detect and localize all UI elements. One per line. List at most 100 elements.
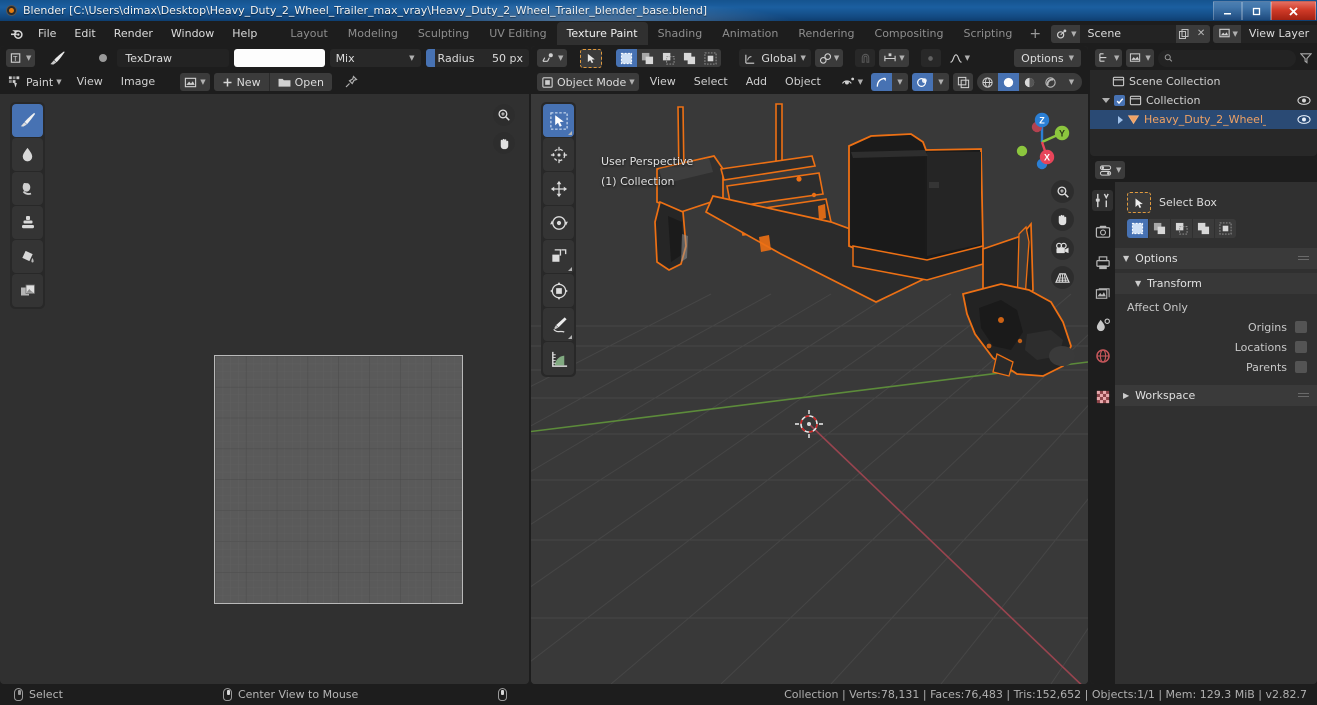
viewport-menu-add[interactable]: Add [739,73,774,91]
snap-pivot-selector[interactable]: ▼ [814,49,844,67]
view-layer-name[interactable]: View Layer [1240,24,1317,43]
shading-rendered[interactable] [1040,73,1061,91]
object-disclosure-triangle-icon[interactable] [1118,115,1123,124]
clone-tool[interactable] [12,206,43,239]
tab-animation[interactable]: Animation [712,22,788,45]
properties-editor-type-selector[interactable]: ▼ [1095,161,1126,179]
image-zoom-icon[interactable] [493,104,515,126]
outliner-display-mode-selector[interactable]: ▼ [1126,49,1154,67]
viewport-menu-view[interactable]: View [643,73,683,91]
viewport-zoom-icon[interactable] [1051,180,1074,203]
outliner-row-collection[interactable]: Collection [1090,91,1317,110]
prop-select-set[interactable] [1127,219,1148,238]
image-pan-hand-icon[interactable] [493,132,515,154]
viewport-camera-icon[interactable] [1051,237,1074,260]
transform-tool[interactable] [543,274,574,307]
image-editor-canvas[interactable] [0,94,529,684]
xray-toggle[interactable] [953,73,973,91]
brush-name-field[interactable]: TexDraw [117,49,230,67]
panel-transform[interactable]: ▼ Transform [1115,273,1317,294]
snap-magnet-toggle[interactable] [855,49,876,67]
tab-modeling[interactable]: Modeling [338,22,408,45]
outliner-row-scene-collection[interactable]: Scene Collection [1090,72,1317,91]
viewport-editor-type-selector[interactable]: ▼ [537,49,568,67]
menu-file[interactable]: File [29,24,65,43]
scale-tool[interactable] [543,240,574,273]
image-editor-menu-image[interactable]: Image [114,73,162,91]
image-editor-menu-view[interactable]: View [70,73,110,91]
tool-tab[interactable] [1092,190,1113,211]
select-mode-intersect[interactable] [700,49,722,67]
cursor-tool[interactable] [543,138,574,171]
object-visibility-eye-icon[interactable] [1297,114,1311,125]
measure-tool[interactable] [543,342,574,375]
world-tab[interactable] [1092,345,1113,366]
tweak-select-tool[interactable] [543,104,574,137]
pin-icon[interactable] [344,75,358,89]
output-tab[interactable] [1092,252,1113,273]
mask-tool[interactable] [12,274,43,307]
disclosure-triangle-icon[interactable] [1102,98,1110,103]
add-workspace-button[interactable]: + [1022,27,1048,41]
tab-scripting[interactable]: Scripting [953,22,1022,45]
shading-options-dropdown[interactable]: ▼ [1061,73,1082,91]
brush-color-swatch[interactable] [234,49,325,67]
menu-help[interactable]: Help [223,24,266,43]
soften-tool[interactable] [12,138,43,171]
smear-tool[interactable] [12,172,43,205]
affect-only-locations-checkbox[interactable] [1295,341,1307,353]
scene-name[interactable]: Scene [1079,24,1176,43]
move-tool[interactable] [543,172,574,205]
interaction-mode-selector[interactable]: Object Mode ▼ [537,73,639,91]
outliner-filter-icon[interactable] [1300,52,1314,64]
scene-selector[interactable]: ▼ Scene ✕ [1051,24,1210,43]
menu-render[interactable]: Render [105,24,162,43]
collection-enable-checkbox[interactable] [1114,95,1125,106]
annotate-tool[interactable] [543,308,574,341]
tab-layout[interactable]: Layout [280,22,337,45]
proportional-edit-toggle[interactable] [920,49,941,67]
prop-select-intersect[interactable] [1215,219,1236,238]
prop-select-extend[interactable] [1149,219,1170,238]
shading-material-preview[interactable] [1019,73,1040,91]
select-mode-set[interactable] [616,49,638,67]
tab-uv-editing[interactable]: UV Editing [479,22,556,45]
active-tool-indicator[interactable] [580,48,603,68]
outliner-search-field[interactable] [1176,52,1290,64]
viewport-menu-object[interactable]: Object [778,73,828,91]
menu-edit[interactable]: Edit [65,24,104,43]
tab-shading[interactable]: Shading [648,22,713,45]
overlays-options-dropdown[interactable]: ▼ [933,73,949,91]
viewport-pan-hand-icon[interactable] [1051,208,1074,231]
fill-tool[interactable] [12,240,43,273]
select-mode-extend[interactable] [637,49,659,67]
outliner-editor-type-selector[interactable]: ▼ [1095,49,1123,67]
navigation-gizmo[interactable]: Z Y X [1004,104,1080,180]
panel-options[interactable]: ▼ Options [1115,248,1317,269]
brush-radius-slider[interactable]: Radius 50 px [425,49,529,67]
show-gizmo-toggle[interactable] [871,73,892,91]
tab-rendering[interactable]: Rendering [788,22,864,45]
new-image-button[interactable]: New [213,73,269,91]
show-overlays-toggle[interactable] [912,73,933,91]
scene-tab[interactable] [1092,314,1113,335]
image-canvas-grid[interactable] [214,355,463,604]
scene-unlink-button[interactable]: ✕ [1192,24,1210,43]
view-layer-selector[interactable]: ▼ View Layer ✕ [1212,24,1317,43]
affect-only-locations-row[interactable]: Locations [1115,337,1317,357]
transform-orientation-selector[interactable]: Global ▼ [739,49,811,67]
viewport-canvas[interactable]: User Perspective (1) Collection Z Y X [531,94,1088,684]
texture-tab[interactable] [1092,386,1113,407]
tab-compositing[interactable]: Compositing [865,22,954,45]
shading-wireframe[interactable] [977,73,998,91]
minimize-button[interactable] [1213,1,1242,20]
affect-only-origins-row[interactable]: Origins [1115,317,1317,337]
gizmo-options-dropdown[interactable]: ▼ [892,73,908,91]
shading-solid[interactable] [998,73,1019,91]
menu-window[interactable]: Window [162,24,223,43]
editor-type-selector[interactable]: T ▼ [6,49,36,67]
tab-texture-paint[interactable]: Texture Paint [556,22,648,45]
outliner-row-object[interactable]: Heavy_Duty_2_Wheel_Tr [1090,110,1317,129]
affect-only-origins-checkbox[interactable] [1295,321,1307,333]
close-button[interactable] [1271,1,1316,20]
